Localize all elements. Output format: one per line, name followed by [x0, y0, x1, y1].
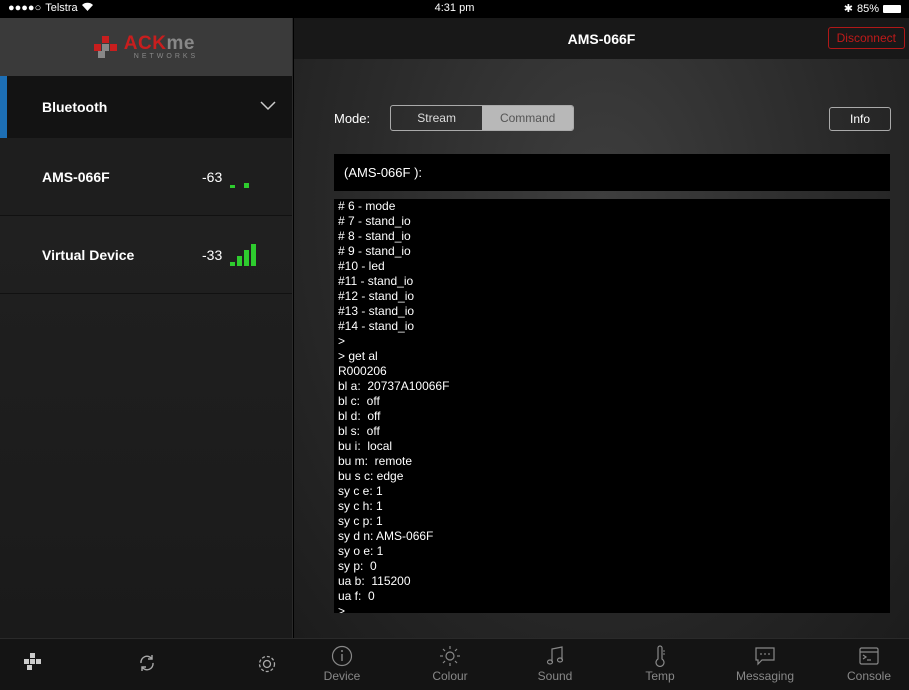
tab-temp[interactable]: Temp [620, 639, 700, 690]
gear-icon[interactable] [256, 653, 278, 680]
rssi-value: -63 [202, 168, 223, 185]
console-line: bu m: remote [338, 454, 413, 468]
console-line: #13 - stand_io [338, 304, 415, 318]
console-line: # 6 - mode [338, 199, 396, 213]
bluetooth-section-header[interactable]: Bluetooth [0, 76, 292, 138]
info-icon [331, 645, 353, 667]
command-mode-button[interactable]: Command [482, 106, 574, 130]
signal-bars-icon [230, 166, 250, 188]
logo: ACKme NETWORKS [0, 18, 292, 76]
console-line: sy c h: 1 [338, 499, 383, 513]
thermometer-icon [655, 645, 665, 667]
console-output[interactable]: # 6 - mode # 7 - stand_io # 8 - stand_io # … [334, 199, 890, 613]
mode-row: Mode: Stream Command Info [334, 105, 891, 131]
console-line: bl c: off [338, 394, 380, 408]
console-line: > [338, 334, 346, 348]
console-line: #14 - stand_io [338, 319, 415, 333]
ackme-logo-icon[interactable] [24, 653, 42, 676]
console-line: bl d: off [338, 409, 381, 423]
console-line: ua f: 0 [338, 589, 375, 603]
signal-bars-icon [230, 243, 257, 266]
tab-bar: Device Colour Sound Temp Messaging Conso… [0, 638, 909, 690]
tab-console[interactable]: Console [829, 639, 909, 690]
console-line: sy d n: AMS-066F [338, 529, 434, 543]
chevron-down-icon[interactable] [260, 98, 276, 114]
sun-icon [440, 646, 460, 666]
console-line: ua b: 115200 [338, 574, 411, 588]
console-icon [859, 647, 879, 665]
tab-label: Device [323, 669, 361, 683]
device-title: AMS-066F [567, 30, 636, 47]
bluetooth-icon: ✱ [843, 3, 853, 15]
console-line: #11 - stand_io [338, 274, 414, 288]
stream-mode-button[interactable]: Stream [391, 106, 482, 130]
status-time: 4:31 pm [434, 2, 475, 14]
console-line: # 7 - stand_io [338, 214, 411, 228]
tab-label: Sound [537, 669, 573, 683]
device-row-virtual-device[interactable]: Virtual Device -33 [0, 216, 292, 294]
console-line: #10 - led [338, 259, 385, 273]
tab-label: Messaging [735, 669, 795, 683]
tab-messaging[interactable]: Messaging [725, 639, 805, 690]
mode-segmented-control: Stream Command [390, 105, 575, 131]
info-button[interactable]: Info [829, 107, 891, 131]
mode-label: Mode: [334, 110, 371, 126]
section-label: Bluetooth [42, 99, 108, 115]
chat-icon [755, 647, 775, 666]
console-line: # 8 - stand_io [338, 229, 411, 243]
tab-colour[interactable]: Colour [410, 639, 490, 690]
command-prompt: (AMS-066F ): [344, 165, 423, 180]
battery-percent: 85% [856, 2, 879, 15]
console-line: sy p: 0 [338, 559, 377, 573]
console-line: bu s c: edge [338, 469, 404, 483]
disconnect-button[interactable]: Disconnect [827, 27, 905, 49]
console-line: #12 - stand_io [338, 289, 415, 303]
console-line: # 9 - stand_io [338, 244, 411, 258]
logo-networks: NETWORKS [133, 53, 199, 60]
console-line: > [338, 604, 346, 613]
logo-ack: ACK [123, 33, 167, 54]
console-line: sy o e: 1 [338, 544, 384, 558]
console-line: R000206 [338, 364, 387, 378]
console-line: > get al [338, 349, 378, 363]
console-line: sy c p: 1 [338, 514, 383, 528]
status-right: ✱ 85% [844, 2, 901, 15]
refresh-icon[interactable] [137, 653, 157, 678]
tab-sound[interactable]: Sound [515, 639, 595, 690]
console-line: bl s: off [338, 424, 380, 438]
main-panel: AMS-066F Disconnect Mode: Stream Command… [294, 18, 909, 638]
tab-label: Console [846, 669, 892, 683]
logo-me: me [166, 33, 195, 54]
battery-icon [883, 4, 901, 13]
device-row-ams-066f[interactable]: AMS-066F -63 [0, 138, 292, 216]
rssi-value: -33 [202, 246, 223, 263]
ackme-logo-icon [93, 36, 118, 58]
tab-label: Temp [645, 669, 675, 683]
top-bar: AMS-066F Disconnect [294, 18, 909, 59]
status-bar: ●●●●○ Telstra 4:31 pm ✱ 85% [0, 0, 909, 18]
sidebar-toolbar [0, 639, 293, 690]
device-name: Virtual Device [42, 246, 135, 263]
tab-device[interactable]: Device [302, 639, 382, 690]
tab-label: Colour [432, 669, 468, 683]
device-name: AMS-066F [42, 168, 110, 185]
console-line: bl a: 20737A10066F [338, 379, 450, 393]
command-input[interactable]: (AMS-066F ): [334, 154, 890, 191]
console-line: bu i: local [338, 439, 393, 453]
console-line: sy c e: 1 [338, 484, 383, 498]
sidebar: ACKme NETWORKS Bluetooth AMS-066F -63 Vi… [0, 18, 293, 638]
music-note-icon [546, 646, 564, 665]
